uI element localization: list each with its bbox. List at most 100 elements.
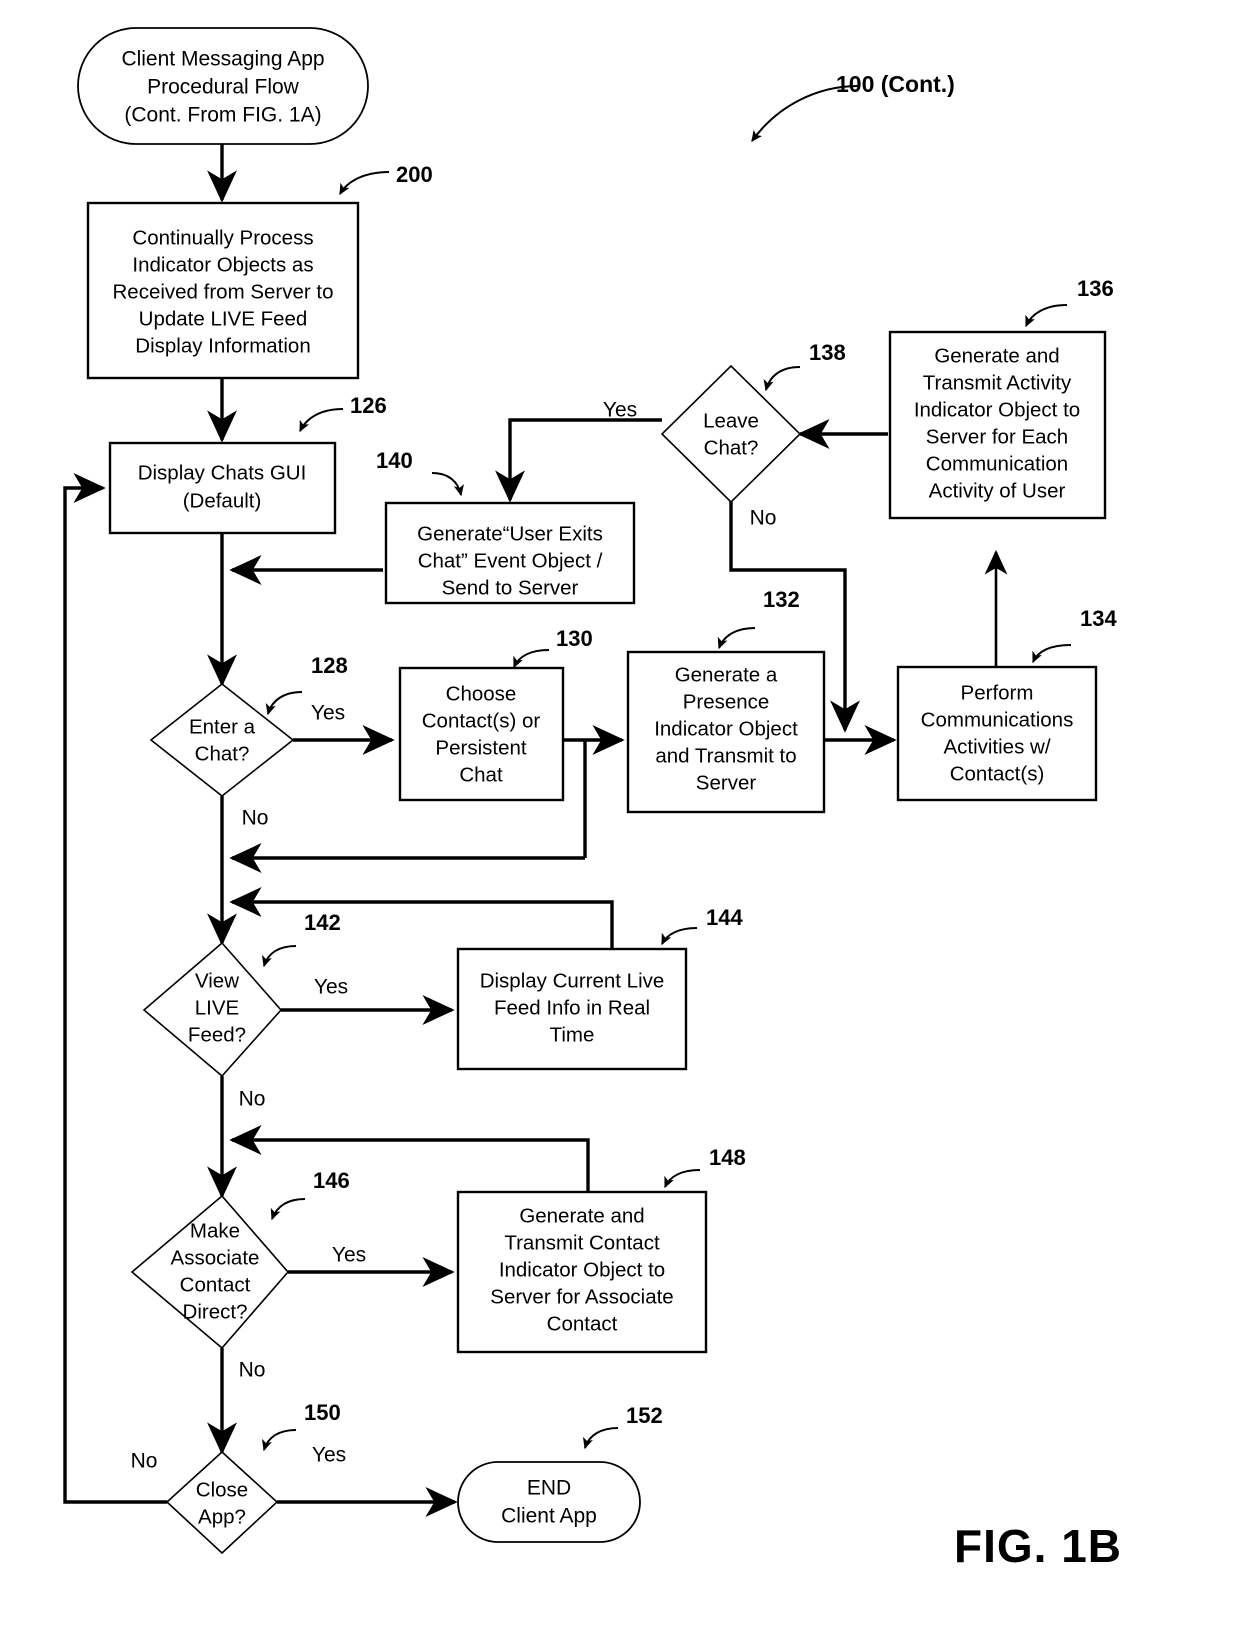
node-138-line-2: Chat? (704, 436, 759, 459)
node-152-line-1: END (527, 1477, 571, 1500)
ref-num-152: 152 (626, 1403, 663, 1428)
node-142: View LIVE Feed? (142, 941, 283, 1078)
node-136-line-4: Server for Each (926, 425, 1068, 448)
edge-label-view-live-no: No (239, 1088, 266, 1111)
edge-label-close-app-yes: Yes (312, 1444, 346, 1467)
node-130: Choose Contact(s) or Persistent Chat (398, 666, 565, 802)
node-148-line-2: Transmit Contact (504, 1231, 660, 1254)
node-150: Close App? (165, 1450, 279, 1555)
node-126-line-1: Display Chats GUI (138, 461, 307, 484)
node-152-line-2: Client App (501, 1505, 597, 1528)
ref-leader-140: 140 (376, 448, 464, 497)
ref-leader-144: 144 (661, 905, 743, 946)
edge-label-leave-chat-no: No (750, 507, 777, 530)
ref-num-142: 142 (304, 910, 341, 935)
node-146-line-4: Direct? (183, 1300, 248, 1323)
ref-leader-138: 138 (763, 340, 846, 392)
node-200-line-2: Indicator Objects as (132, 253, 313, 276)
edge-label-associate-yes: Yes (332, 1244, 366, 1267)
ref-num-144: 144 (706, 905, 743, 930)
node-140: Generate“User Exits Chat” Event Object /… (384, 501, 636, 605)
ref-num-134: 134 (1080, 606, 1117, 631)
flowchart-canvas: Client Messaging App Procedural Flow (Co… (0, 0, 1240, 1649)
start-line-3: (Cont. From FIG. 1A) (124, 104, 321, 127)
ref-leader-142: 142 (261, 910, 341, 968)
ref-num-146: 146 (313, 1168, 350, 1193)
node-130-line-1: Choose (446, 682, 517, 705)
node-200-line-4: Update LIVE Feed (139, 307, 308, 330)
ref-leader-136: 136 (1025, 276, 1114, 328)
ref-num-150: 150 (304, 1400, 341, 1425)
ref-leader-130: 130 (513, 626, 593, 669)
node-126-line-2: (Default) (183, 489, 262, 512)
node-200-line-3: Received from Server to (112, 280, 333, 303)
ref-leader-126: 126 (299, 393, 387, 433)
ref-num-140: 140 (376, 448, 413, 473)
node-132: Generate a Presence Indicator Object and… (626, 650, 826, 814)
ref-leader-152: 152 (582, 1403, 663, 1450)
node-146-line-3: Contact (180, 1273, 251, 1296)
connector-144-return (229, 887, 614, 948)
start-line-2: Procedural Flow (147, 76, 300, 99)
ref-leader-132: 132 (717, 587, 800, 650)
node-136-line-2: Transmit Activity (923, 371, 1072, 394)
ref-num-136: 136 (1077, 276, 1114, 301)
node-start: Client Messaging App Procedural Flow (Co… (77, 27, 369, 145)
edge-label-enter-chat-no: No (242, 807, 269, 830)
node-148-line-1: Generate and (519, 1204, 644, 1227)
node-130-line-2: Contact(s) or (422, 709, 541, 732)
edge-label-enter-chat-yes: Yes (311, 702, 345, 725)
flowchart-svg: Client Messaging App Procedural Flow (Co… (63, 27, 1122, 1572)
node-140-line-3: Send to Server (442, 576, 579, 599)
node-150-line-2: App? (198, 1505, 246, 1528)
node-146-line-1: Make (190, 1219, 240, 1242)
ref-num-132: 132 (763, 587, 800, 612)
node-144-line-3: Time (550, 1023, 595, 1046)
connector-148-return (229, 1125, 590, 1192)
figure-label: FIG. 1B (954, 1520, 1122, 1572)
node-128-line-2: Chat? (195, 742, 250, 765)
ref-leader-148: 148 (664, 1145, 746, 1189)
node-130-line-4: Chat (459, 763, 503, 786)
ref-leader-146: 146 (270, 1168, 350, 1221)
ref-leader-200: 200 (339, 162, 433, 196)
node-136-line-1: Generate and (934, 344, 1059, 367)
node-140-line-2: Chat” Event Object / (418, 549, 603, 572)
connector-150-no-to-126 (63, 473, 167, 1504)
node-200-line-1: Continually Process (132, 226, 313, 249)
ref-num-126: 126 (350, 393, 387, 418)
node-130-line-3: Persistent (435, 736, 526, 759)
node-138-shape (660, 364, 802, 504)
node-132-line-2: Presence (683, 690, 770, 713)
ref-num-130: 130 (556, 626, 593, 651)
connector-138-yes-to-140 (495, 418, 662, 503)
node-148: Generate and Transmit Contact Indicator … (456, 1190, 708, 1354)
node-140-line-1: Generate“User Exits (417, 522, 603, 545)
node-134-line-3: Activities w/ (943, 735, 1050, 758)
node-148-line-5: Contact (547, 1312, 618, 1335)
node-152: END Client App (457, 1461, 641, 1543)
ref-leader-150: 150 (261, 1400, 341, 1452)
node-142-line-3: Feed? (188, 1023, 246, 1046)
node-134-line-4: Contact(s) (950, 762, 1045, 785)
node-146: Make Associate Contact Direct? (130, 1194, 290, 1350)
ref-num-100-cont: 100 (Cont.) (836, 71, 955, 97)
node-152-shape (457, 1461, 641, 1543)
node-132-line-5: Server (696, 771, 757, 794)
node-148-line-4: Server for Associate (490, 1285, 673, 1308)
ref-num-128: 128 (311, 653, 348, 678)
node-200: Continually Process Indicator Objects as… (86, 201, 360, 380)
ref-num-148: 148 (709, 1145, 746, 1170)
start-line-1: Client Messaging App (121, 48, 324, 71)
node-144: Display Current Live Feed Info in Real T… (456, 947, 688, 1071)
node-128: Enter a Chat? (149, 682, 295, 798)
node-138: Leave Chat? (660, 364, 802, 504)
node-126-shape (108, 441, 337, 535)
node-142-line-1: View (195, 969, 239, 992)
edge-label-leave-chat-yes: Yes (603, 399, 637, 422)
node-146-line-2: Associate (171, 1246, 260, 1269)
ref-leader-100-cont: 100 (Cont.) (751, 71, 955, 142)
ref-leader-134: 134 (1032, 606, 1117, 664)
node-136-line-3: Indicator Object to (914, 398, 1080, 421)
node-132-line-4: and Transmit to (655, 744, 796, 767)
